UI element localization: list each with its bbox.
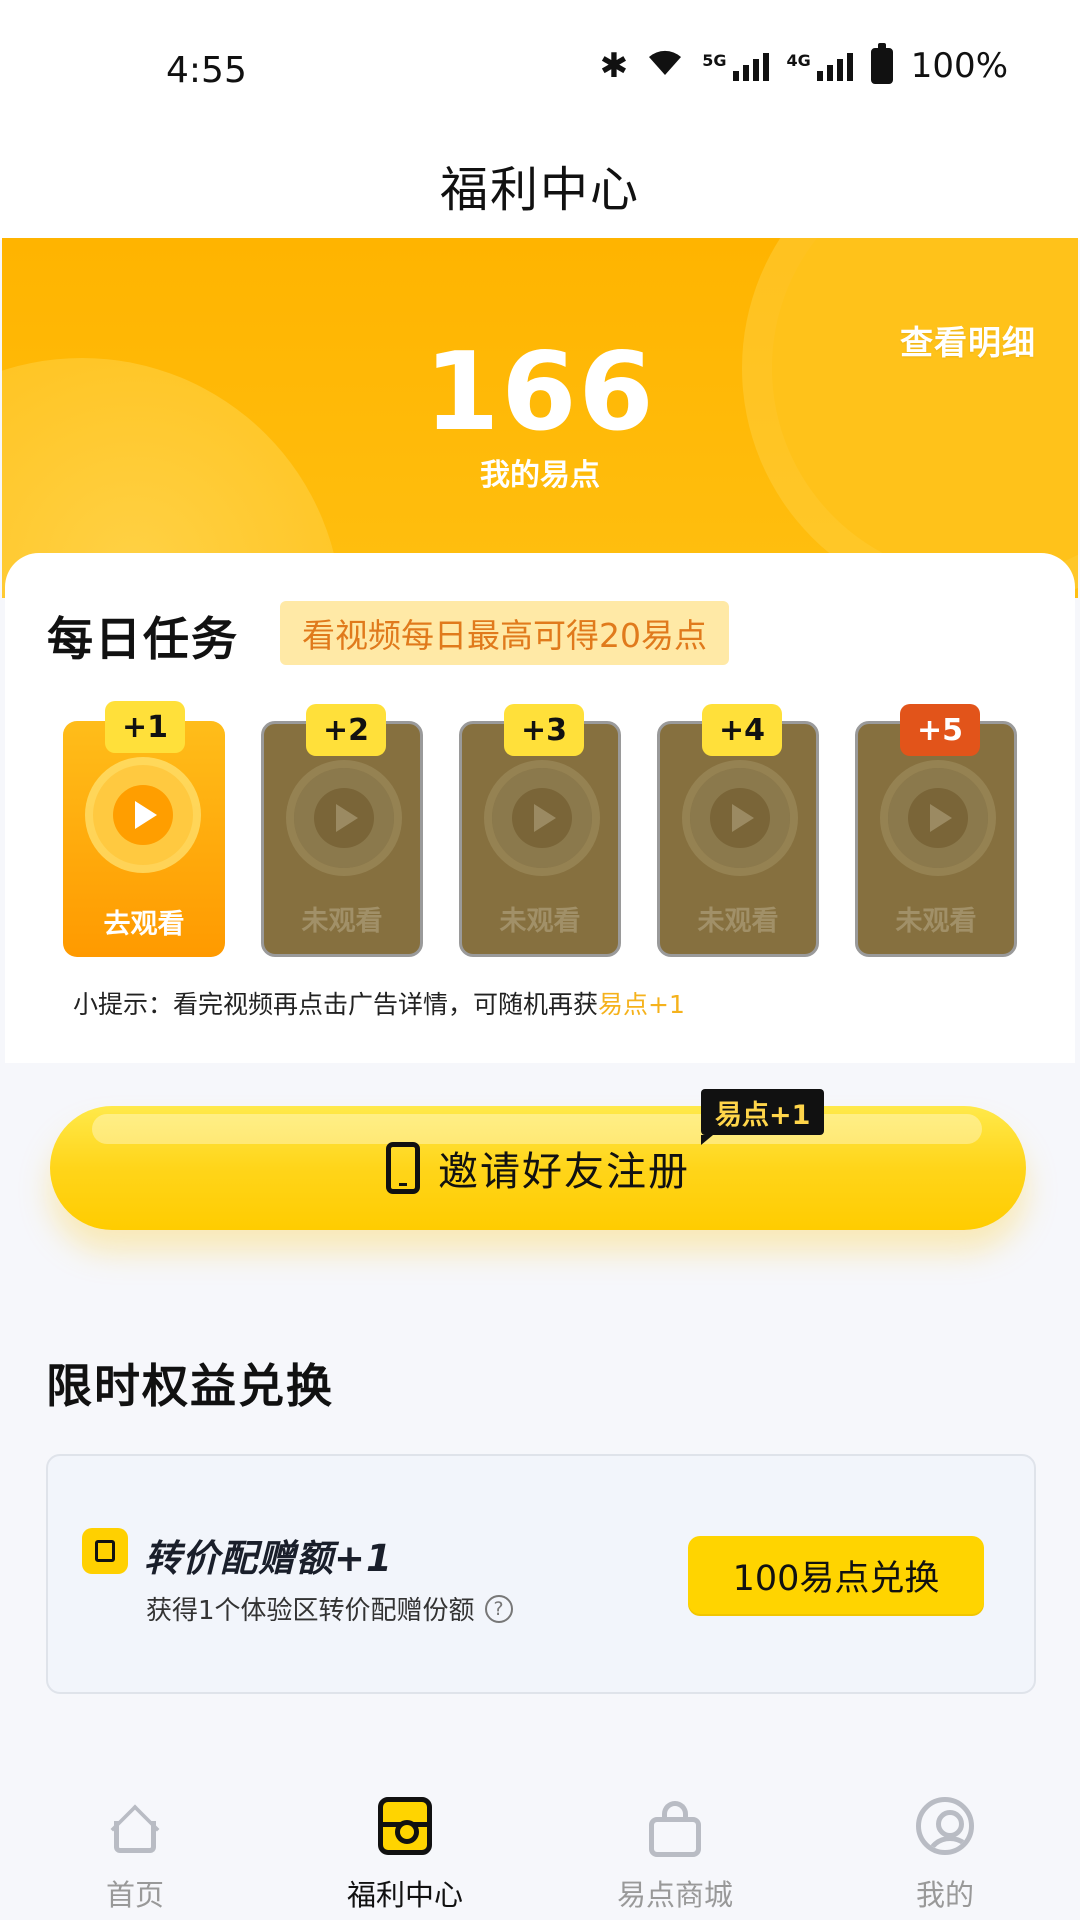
nav-item-me[interactable]: 我的 [845,1794,1045,1914]
points-label: 我的易点 [480,458,600,493]
play-icon [690,768,790,868]
video-task-2[interactable]: +2 未观看 [261,704,423,957]
battery-icon [870,43,893,84]
video-task-row: +1 去观看 +2 未观看 +3 未观看 +4 未观看 +5 未观看 [63,701,1033,957]
page-header: 福利中心 [0,130,1080,240]
exchange-desc-text: 获得1个体验区转价配赠份额 [146,1596,475,1626]
signal-4g-icon: 4G [787,51,853,81]
video-task-label: 未观看 [895,906,977,937]
reward-badge: +1 [105,701,185,753]
invite-reward-badge: 易点+1 [701,1089,825,1145]
nav-item-shop[interactable]: 易点商城 [575,1794,775,1914]
nav-label: 首页 [105,1878,164,1912]
video-task-label: 未观看 [301,906,383,937]
points-value: 166 [424,330,656,455]
tip-prefix: 小提示：看完视频再点击广告详情，可随机再获 [73,990,599,1019]
video-task-3[interactable]: +3 未观看 [459,704,621,957]
page-title: 福利中心 [439,162,640,218]
points-banner: 查看明细 166 我的易点 [2,238,1078,598]
exchange-section-title: 限时权益兑换 [46,1359,334,1413]
video-task-5[interactable]: +5 未观看 [855,704,1017,957]
nav-item-home[interactable]: 首页 [35,1794,235,1914]
play-icon [888,768,988,868]
exchange-item-name: 转价配赠额+1 [144,1537,393,1580]
shop-bag-icon [649,1801,701,1857]
invite-label: 邀请好友注册 [438,1149,690,1195]
reward-badge: +2 [306,704,386,756]
play-icon [93,765,193,865]
video-task-4[interactable]: +4 未观看 [657,704,819,957]
home-icon [108,1801,162,1854]
exchange-button[interactable]: 100易点兑换 [688,1536,984,1614]
nav-item-welfare[interactable]: 福利中心 [305,1794,505,1914]
nav-label: 福利中心 [346,1878,463,1912]
copy-icon [82,1528,128,1574]
bottom-nav: 首页 福利中心 易点商城 我的 [0,1760,1080,1920]
reward-badge: +5 [900,704,980,756]
video-task-label: 未观看 [499,906,581,937]
daily-tasks-tag: 看视频每日最高可得20易点 [280,601,729,665]
video-task-1[interactable]: +1 去观看 [63,701,225,957]
welfare-icon [378,1797,432,1855]
nav-label: 易点商城 [616,1878,733,1912]
signal-5g-icon: 5G [702,51,769,81]
profile-icon [916,1797,974,1855]
video-task-label: 去观看 [103,909,185,940]
battery-level: 100% [910,46,1008,86]
help-icon[interactable]: ? [484,1594,513,1623]
exchange-card: 转价配赠额+1 获得1个体验区转价配赠份额 ? 100易点兑换 [46,1454,1036,1694]
play-icon [294,768,394,868]
status-icons: ✱ 5G 4G 100% [599,43,1008,86]
nav-label: 我的 [915,1878,974,1912]
wifi-icon [646,46,684,86]
tip-text: 小提示：看完视频再点击广告详情，可随机再获易点+1 [73,985,685,1021]
tip-highlight: 易点+1 [598,990,685,1019]
reward-badge: +4 [702,704,782,756]
play-icon [492,768,592,868]
phone-icon [386,1142,420,1194]
status-bar: 4:55 ✱ 5G 4G 100% [0,0,1080,130]
invite-friends-button[interactable]: 邀请好友注册 [50,1106,1026,1230]
reward-badge: +3 [504,704,584,756]
video-task-label: 未观看 [697,906,779,937]
daily-tasks-title: 每日任务 [47,612,239,666]
status-time: 4:55 [166,50,247,91]
bluetooth-icon: ✱ [599,46,629,86]
exchange-item-desc: 获得1个体验区转价配赠份额 ? [146,1590,513,1627]
daily-tasks-card: 每日任务 看视频每日最高可得20易点 +1 去观看 +2 未观看 +3 未观看 … [5,553,1075,1063]
